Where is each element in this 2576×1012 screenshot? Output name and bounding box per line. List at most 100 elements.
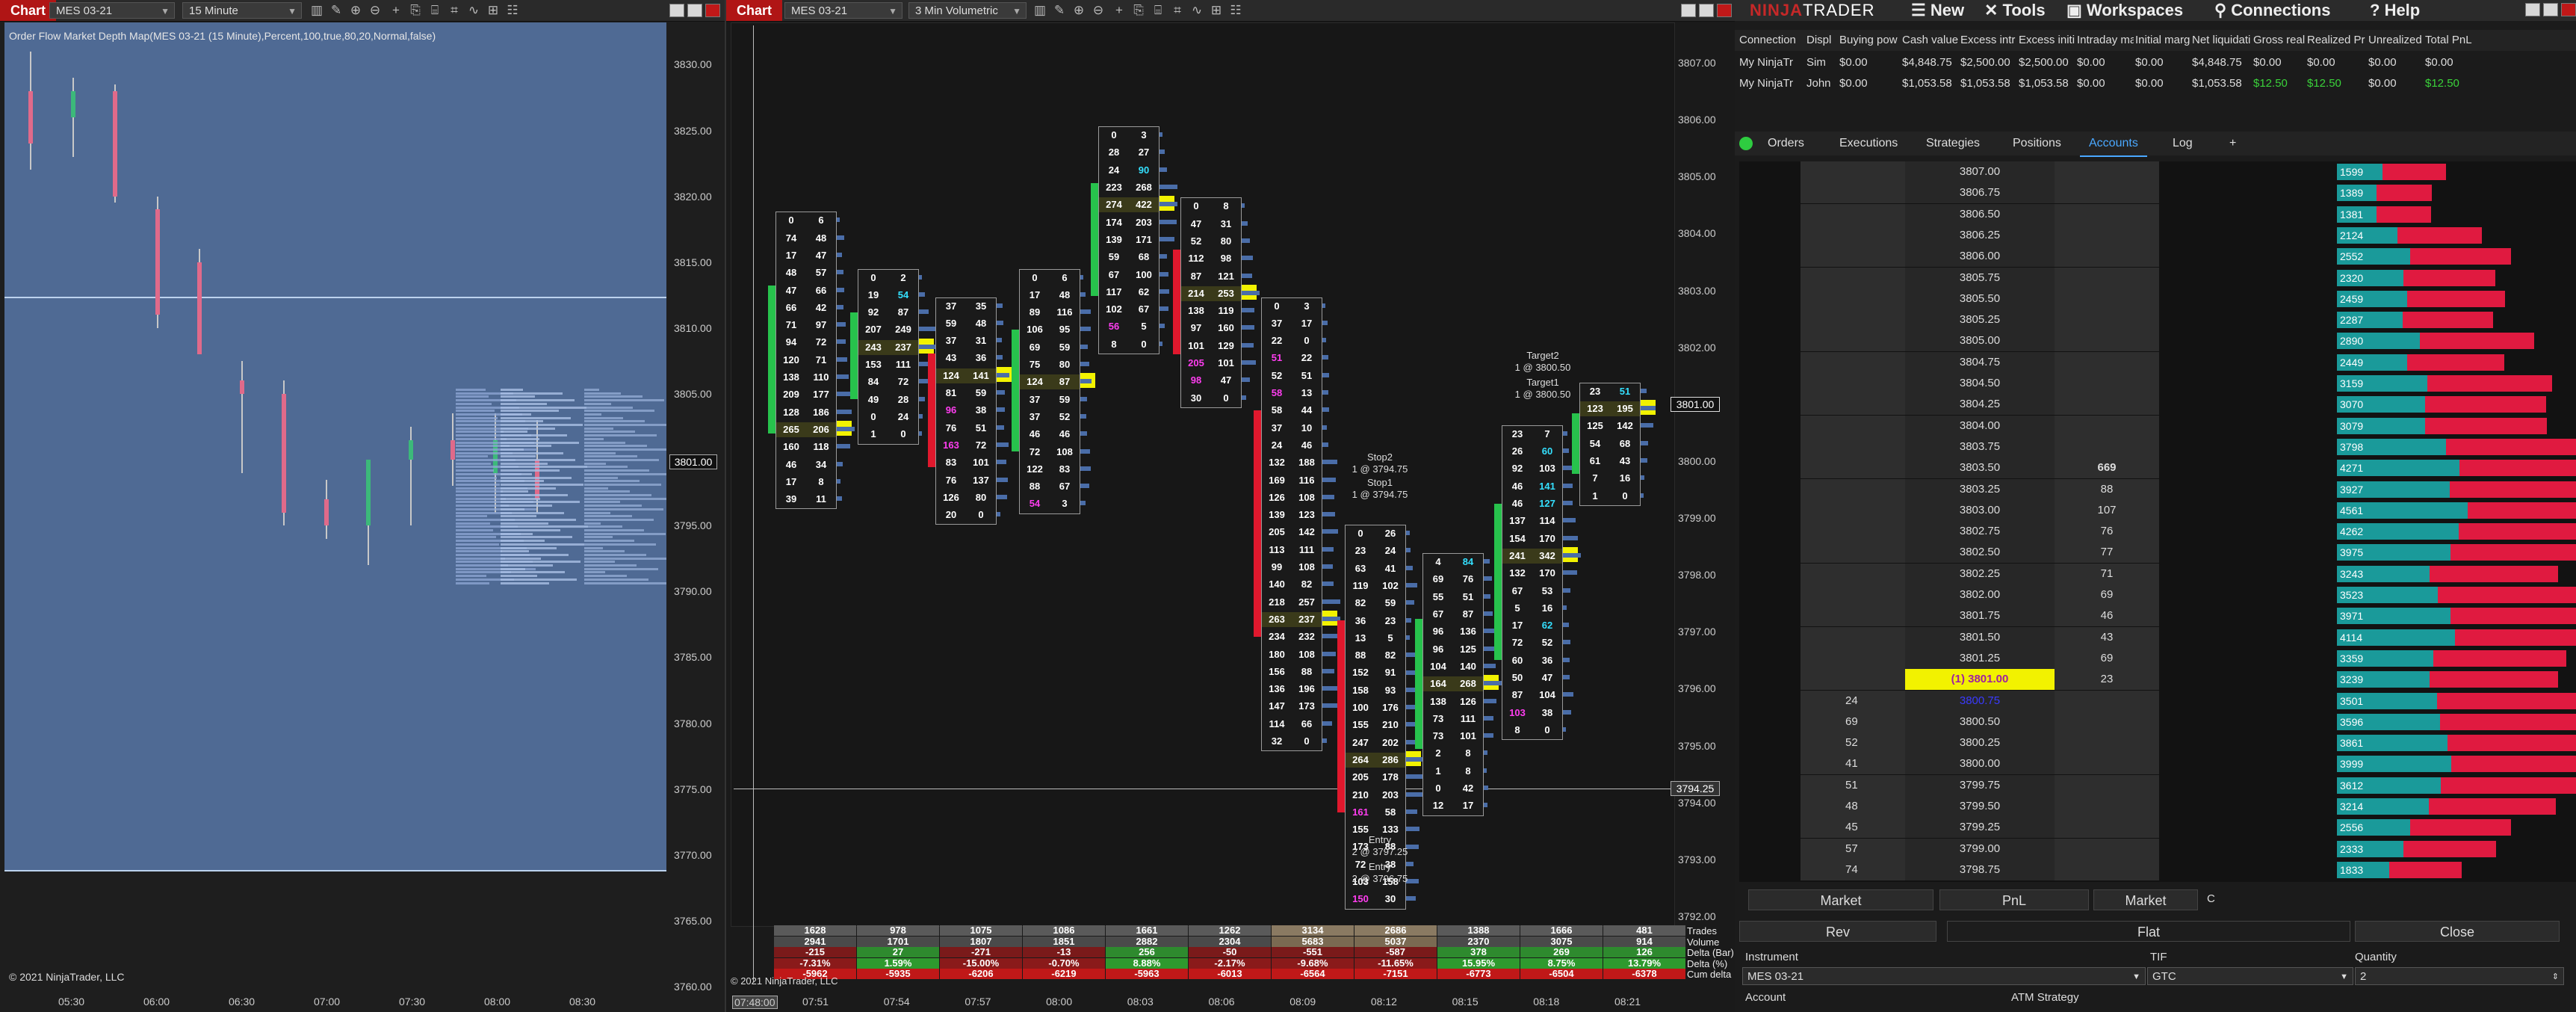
- sell-cell[interactable]: 71: [2055, 563, 2159, 584]
- close-position-button[interactable]: Close: [2355, 921, 2560, 942]
- market-sell-button[interactable]: Market: [2093, 889, 2198, 910]
- price-cell[interactable]: 3798.75: [1905, 859, 2055, 880]
- bar-type-icon[interactable]: ▥: [1032, 3, 1047, 18]
- menu-tools[interactable]: ✕ Tools: [1984, 0, 2046, 21]
- sell-cell[interactable]: [2055, 817, 2159, 839]
- tab-accounts[interactable]: Accounts: [2080, 132, 2147, 157]
- buy-cell[interactable]: 52: [1801, 732, 1905, 754]
- reverse-button[interactable]: Rev: [1739, 921, 1936, 942]
- template-icon[interactable]: ∿: [466, 3, 481, 18]
- ladder-row[interactable]: (1) 3801.00 23 3239: [1739, 669, 2561, 691]
- column-header[interactable]: Cash value: [1902, 30, 1959, 51]
- price-cell[interactable]: 3805.00: [1905, 330, 2055, 352]
- buy-cell[interactable]: [1801, 161, 1905, 182]
- buy-cell[interactable]: 51: [1801, 774, 1905, 796]
- ladder-row[interactable]: 3803.50 669 4271: [1739, 457, 2576, 479]
- sell-cell[interactable]: [2055, 753, 2159, 775]
- order-icon[interactable]: ⎘: [408, 3, 423, 18]
- indicator-icon[interactable]: ⌸: [427, 3, 442, 18]
- tab-log[interactable]: Log: [2164, 132, 2202, 155]
- buy-cell[interactable]: [1801, 542, 1905, 564]
- price-cell[interactable]: 3803.75: [1905, 436, 2055, 457]
- order-icon[interactable]: ⎘: [1131, 3, 1146, 18]
- ladder-row[interactable]: 3802.50 77 3975: [1739, 542, 2576, 564]
- sell-cell[interactable]: [2055, 774, 2159, 796]
- price-cell[interactable]: 3800.75: [1905, 690, 2055, 712]
- tab-add[interactable]: +: [2220, 132, 2245, 155]
- ladder-row[interactable]: 3805.50 2459: [1739, 288, 2561, 309]
- maximize-icon[interactable]: [687, 4, 702, 17]
- buy-cell[interactable]: [1801, 203, 1905, 225]
- ladder-row[interactable]: 3801.75 46 3971: [1739, 605, 2576, 627]
- ladder-row[interactable]: 3806.25 2124: [1739, 224, 2561, 246]
- buy-cell[interactable]: [1801, 309, 1905, 331]
- price-cell[interactable]: 3807.00: [1905, 161, 2055, 182]
- price-cell[interactable]: 3800.50: [1905, 711, 2055, 732]
- sell-cell[interactable]: [2055, 415, 2159, 436]
- column-header[interactable]: Displ: [1806, 30, 1838, 51]
- price-cell[interactable]: 3803.25: [1905, 478, 2055, 500]
- ladder-row[interactable]: 3801.25 69 3359: [1739, 647, 2566, 669]
- sell-cell[interactable]: [2055, 690, 2159, 712]
- sell-cell[interactable]: [2055, 267, 2159, 289]
- sell-cell[interactable]: [2055, 373, 2159, 394]
- drawing-tool-icon[interactable]: ✎: [329, 3, 344, 18]
- sell-cell[interactable]: [2055, 161, 2159, 182]
- buy-cell[interactable]: [1801, 457, 1905, 479]
- sell-cell[interactable]: 107: [2055, 499, 2159, 521]
- ladder-row[interactable]: 3807.00 1599: [1739, 161, 2561, 182]
- price-cell[interactable]: 3806.50: [1905, 203, 2055, 225]
- menu-connections[interactable]: ⚲ Connections: [2214, 0, 2330, 21]
- column-header[interactable]: Excess intr: [1960, 30, 2017, 51]
- sell-cell[interactable]: 69: [2055, 647, 2159, 669]
- chart1-interval-select[interactable]: 15 Minute ▼: [182, 2, 302, 19]
- stepper-icon[interactable]: ⇕: [2552, 968, 2559, 986]
- buy-cell[interactable]: [1801, 182, 1905, 204]
- buy-cell[interactable]: [1801, 436, 1905, 457]
- tif-select[interactable]: GTC ▼: [2147, 967, 2353, 985]
- sell-cell[interactable]: [2055, 288, 2159, 309]
- zoom-in-icon[interactable]: ⊕: [1071, 3, 1086, 18]
- sell-cell[interactable]: [2055, 203, 2159, 225]
- buy-cell[interactable]: [1801, 373, 1905, 394]
- footprint-bar[interactable]: 23 51 123 195 125 142 54 68 61 43 7 16 1 0: [1579, 382, 1641, 506]
- buy-cell[interactable]: [1801, 267, 1905, 289]
- ladder-row[interactable]: 3806.00 2552: [1739, 246, 2561, 268]
- sell-cell[interactable]: [2055, 182, 2159, 204]
- flatten-button[interactable]: Flat: [1947, 921, 2350, 942]
- ladder-row[interactable]: 74 3798.75 1833: [1739, 859, 2561, 880]
- superdom-ladder[interactable]: 3807.00 1599 3806.75 1389 3806.50 1381 3806.25…: [1739, 161, 2576, 882]
- tab-executions[interactable]: Executions: [1830, 132, 1907, 155]
- ladder-row[interactable]: 51 3799.75 3612: [1739, 774, 2576, 796]
- crosshair-icon[interactable]: +: [388, 3, 403, 18]
- column-header[interactable]: Excess initi: [2019, 30, 2075, 51]
- buy-cell[interactable]: 45: [1801, 817, 1905, 839]
- ladder-row[interactable]: 69 3800.50 3596: [1739, 711, 2576, 732]
- menu-help[interactable]: ? Help: [2370, 0, 2420, 21]
- price-cell[interactable]: 3804.75: [1905, 351, 2055, 373]
- column-header[interactable]: Realized Pr: [2307, 30, 2367, 51]
- price-cell[interactable]: 3799.00: [1905, 838, 2055, 860]
- sell-cell[interactable]: 69: [2055, 584, 2159, 605]
- price-cell[interactable]: 3802.50: [1905, 542, 2055, 564]
- sell-cell[interactable]: 669: [2055, 457, 2159, 479]
- column-header[interactable]: Initial margi: [2135, 30, 2190, 51]
- price-cell[interactable]: 3805.75: [1905, 267, 2055, 289]
- ladder-row[interactable]: 3802.75 76 4262: [1739, 521, 2576, 543]
- sell-cell[interactable]: [2055, 309, 2159, 331]
- footprint-bar[interactable]: 23 7 26 60 92 103 46 141 46 127 137 114 154 170 241 342…: [1502, 425, 1563, 741]
- price-cell[interactable]: 3800.00: [1905, 753, 2055, 775]
- sell-cell[interactable]: [2055, 224, 2159, 246]
- tab-orders[interactable]: Orders: [1759, 132, 1813, 155]
- ladder-row[interactable]: 3803.25 88 3927: [1739, 478, 2576, 500]
- sell-cell[interactable]: 46: [2055, 605, 2159, 627]
- chart2-tab[interactable]: Chart: [726, 0, 783, 21]
- account-row[interactable]: My NinjaTr John $0.00 $1,053.58 $1,053.58 $1,…: [1735, 73, 2576, 94]
- data-box-icon[interactable]: ⊞: [486, 3, 501, 18]
- tab-positions[interactable]: Positions: [2004, 132, 2070, 155]
- buy-cell[interactable]: [1801, 669, 1905, 691]
- horizontal-line[interactable]: [4, 870, 666, 871]
- ladder-row[interactable]: 3806.50 1381: [1739, 203, 2561, 225]
- buy-cell[interactable]: [1801, 224, 1905, 246]
- sell-cell[interactable]: 77: [2055, 542, 2159, 564]
